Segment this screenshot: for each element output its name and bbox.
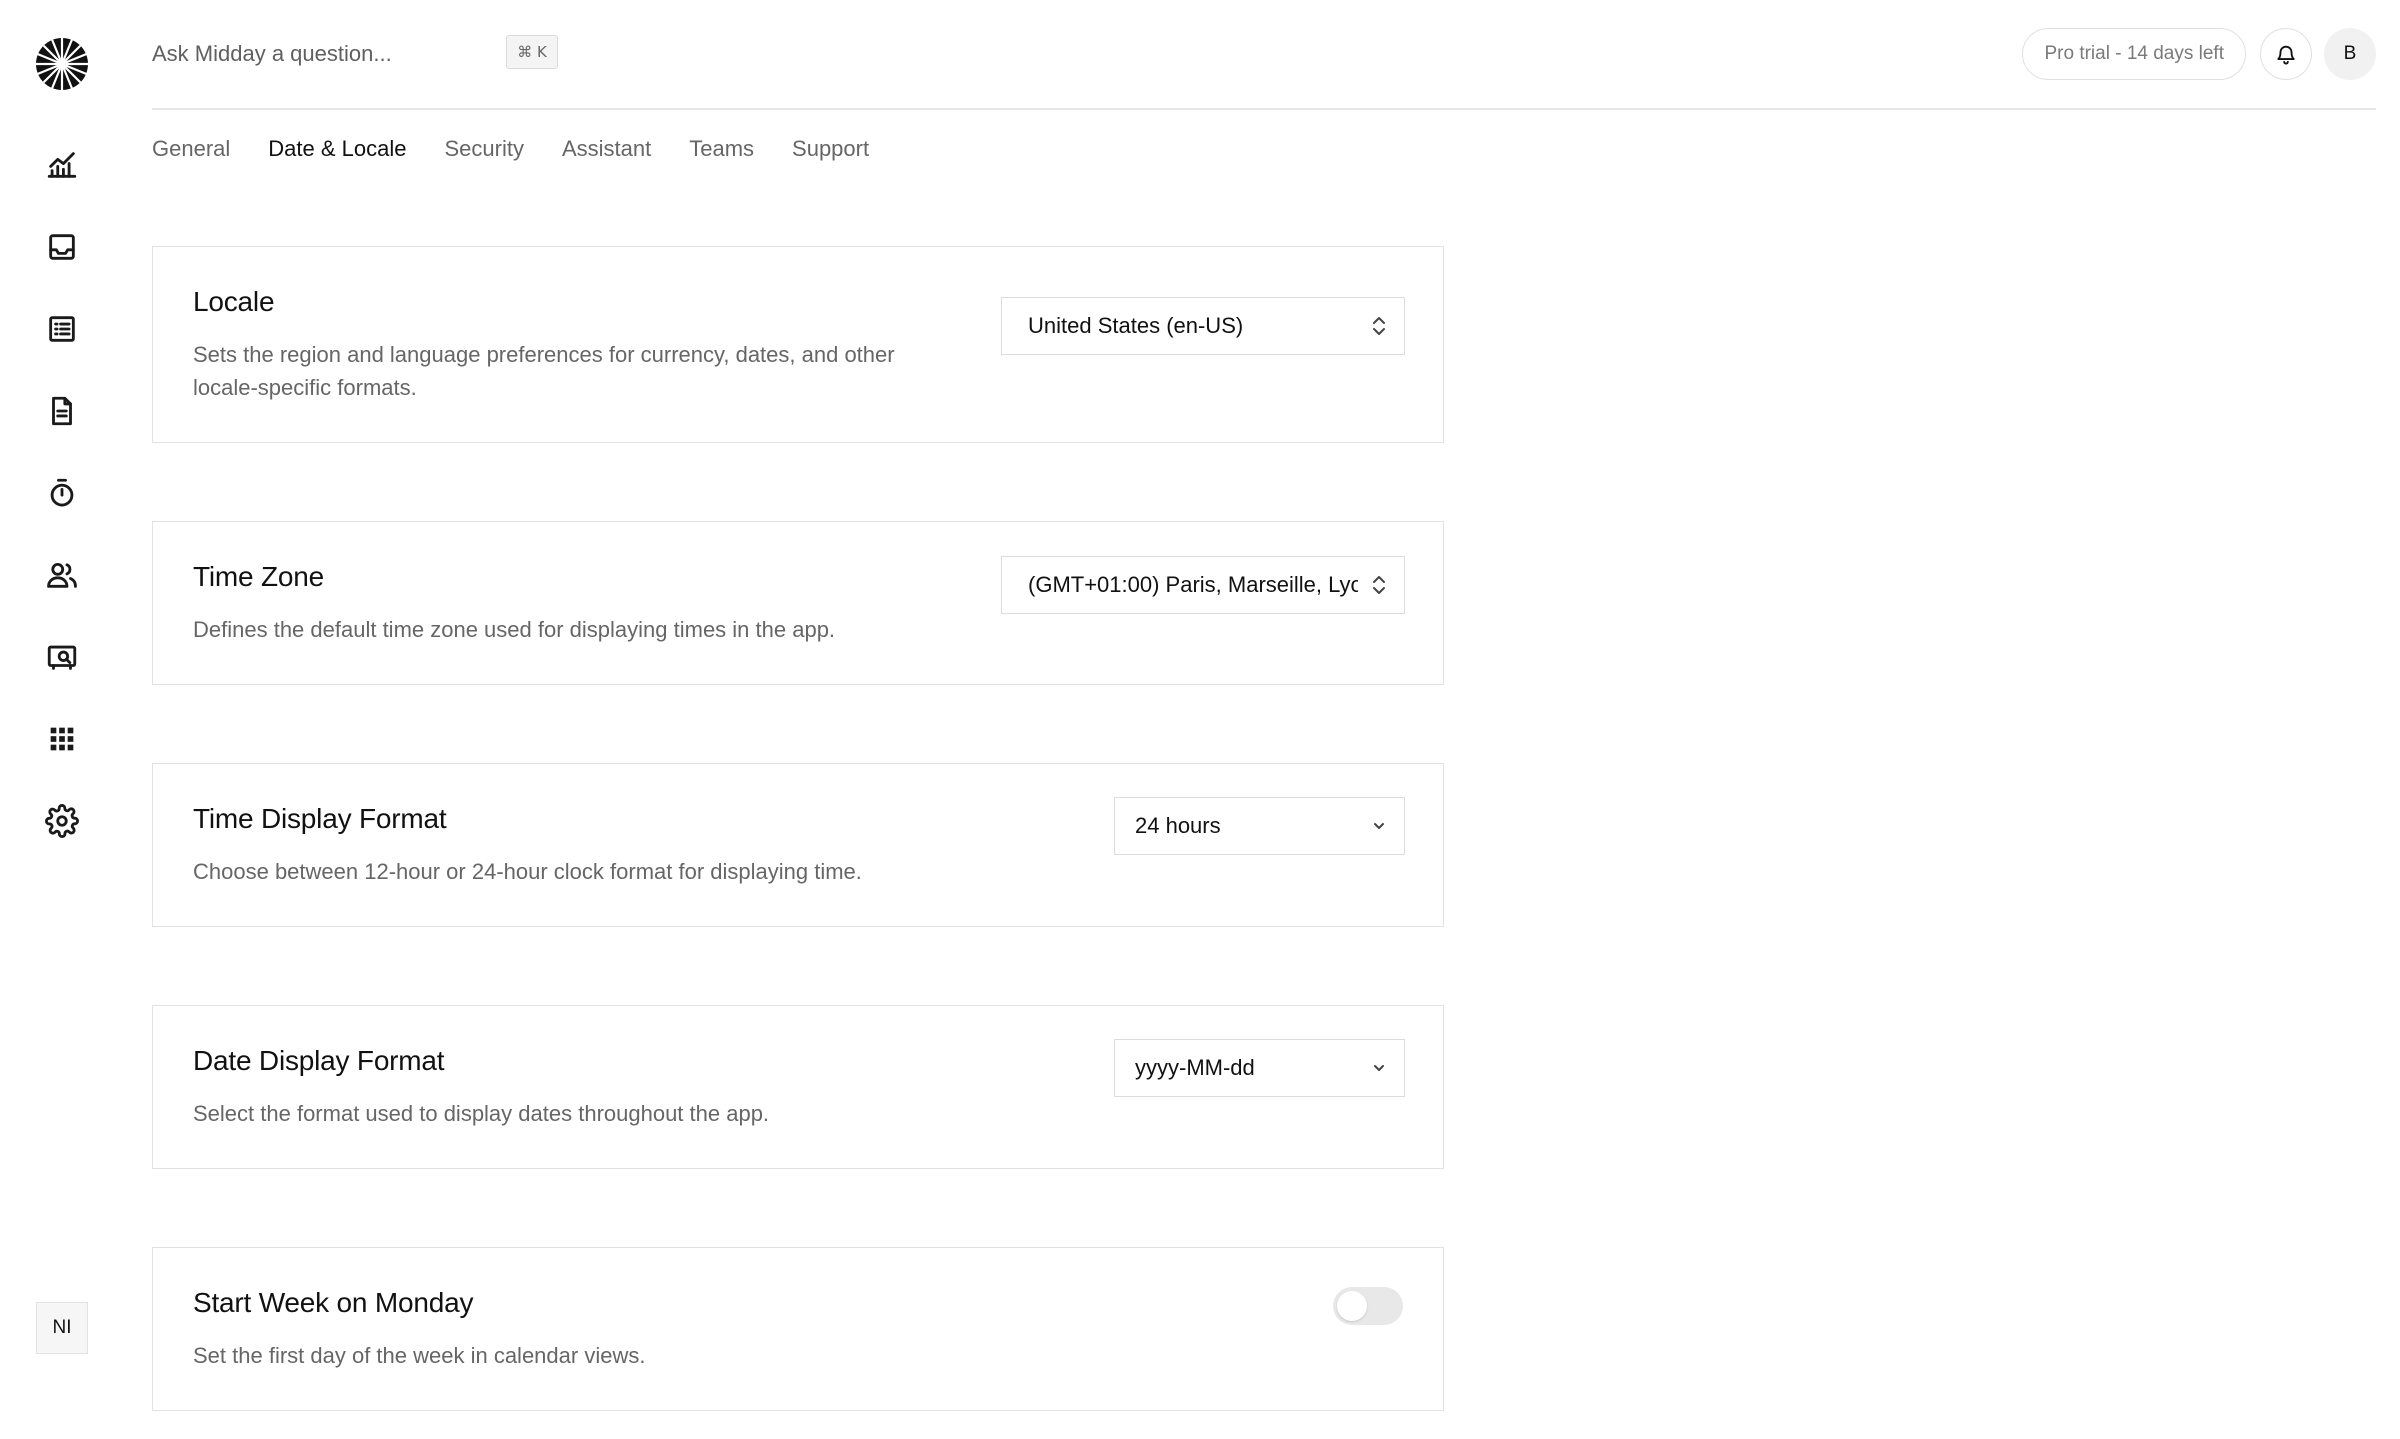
tracker-timer-icon[interactable] — [40, 471, 84, 515]
bell-icon — [2277, 45, 2295, 65]
time-format-title: Time Display Format — [193, 803, 447, 834]
locale-description: Sets the region and language preferences… — [193, 342, 895, 400]
timezone-select[interactable]: (GMT+01:00) Paris, Marseille, Lyon — [1001, 556, 1405, 614]
settings-tabs: General Date & Locale Security Assistant… — [152, 136, 869, 162]
timezone-card: Time Zone Defines the default time zone … — [152, 521, 1444, 685]
toggle-knob — [1337, 1291, 1367, 1321]
midday-logo-icon[interactable] — [35, 37, 89, 91]
week-start-toggle[interactable] — [1333, 1287, 1403, 1325]
timezone-title: Time Zone — [193, 561, 324, 592]
date-format-select[interactable]: yyyy-MM-dd — [1114, 1039, 1405, 1097]
team-switcher[interactable]: NI — [36, 1302, 88, 1354]
week-start-title: Start Week on Monday — [193, 1287, 474, 1318]
locale-card: Locale Sets the region and language pref… — [152, 246, 1444, 443]
tab-support[interactable]: Support — [792, 136, 869, 162]
timezone-description: Defines the default time zone used for d… — [193, 617, 836, 642]
shortcut-hint: ⌘ K — [506, 35, 558, 69]
week-start-description: Set the first day of the week in calenda… — [193, 1343, 646, 1368]
overview-chart-icon[interactable] — [40, 143, 84, 187]
invoices-icon[interactable] — [40, 389, 84, 433]
chevron-down-icon — [1370, 1056, 1388, 1080]
chevron-up-down-icon — [1370, 573, 1388, 597]
timezone-value: (GMT+01:00) Paris, Marseille, Lyon — [1028, 572, 1358, 597]
date-format-description: Select the format used to display dates … — [193, 1101, 770, 1126]
notifications-button[interactable] — [2260, 28, 2312, 80]
tab-general[interactable]: General — [152, 136, 230, 162]
time-format-card: Time Display Format Choose between 12-ho… — [152, 763, 1444, 927]
chevron-up-down-icon — [1370, 314, 1388, 338]
locale-title: Locale — [193, 286, 275, 317]
week-start-card: Start Week on Monday Set the first day o… — [152, 1247, 1444, 1411]
date-format-card: Date Display Format Select the format us… — [152, 1005, 1444, 1169]
transactions-icon[interactable] — [40, 307, 84, 351]
date-format-title: Date Display Format — [193, 1045, 445, 1076]
top-header: ⌘ K Pro trial - 14 days left B — [152, 0, 2376, 110]
user-avatar[interactable]: B — [2324, 28, 2376, 80]
assistant-search-input[interactable] — [152, 34, 552, 74]
inbox-icon[interactable] — [40, 225, 84, 269]
time-format-select[interactable]: 24 hours — [1114, 797, 1405, 855]
customers-icon[interactable] — [40, 553, 84, 597]
tab-date-locale[interactable]: Date & Locale — [268, 136, 406, 162]
sidebar: NI — [0, 0, 124, 1439]
locale-value: United States (en-US) — [1028, 313, 1244, 338]
tab-security[interactable]: Security — [444, 136, 523, 162]
avatar-initial: B — [2343, 43, 2357, 64]
time-format-description: Choose between 12-hour or 24-hour clock … — [193, 859, 862, 884]
tab-teams[interactable]: Teams — [689, 136, 754, 162]
date-format-value: yyyy-MM-dd — [1135, 1055, 1255, 1080]
time-format-value: 24 hours — [1135, 813, 1221, 838]
apps-grid-icon[interactable] — [40, 717, 84, 761]
trial-badge[interactable]: Pro trial - 14 days left — [2022, 28, 2246, 80]
locale-select[interactable]: United States (en-US) — [1001, 297, 1405, 355]
vault-icon[interactable] — [40, 635, 84, 679]
team-initials: NI — [52, 1317, 72, 1338]
chevron-down-icon — [1370, 814, 1388, 838]
tab-assistant[interactable]: Assistant — [562, 136, 651, 162]
settings-gear-icon[interactable] — [40, 799, 84, 843]
